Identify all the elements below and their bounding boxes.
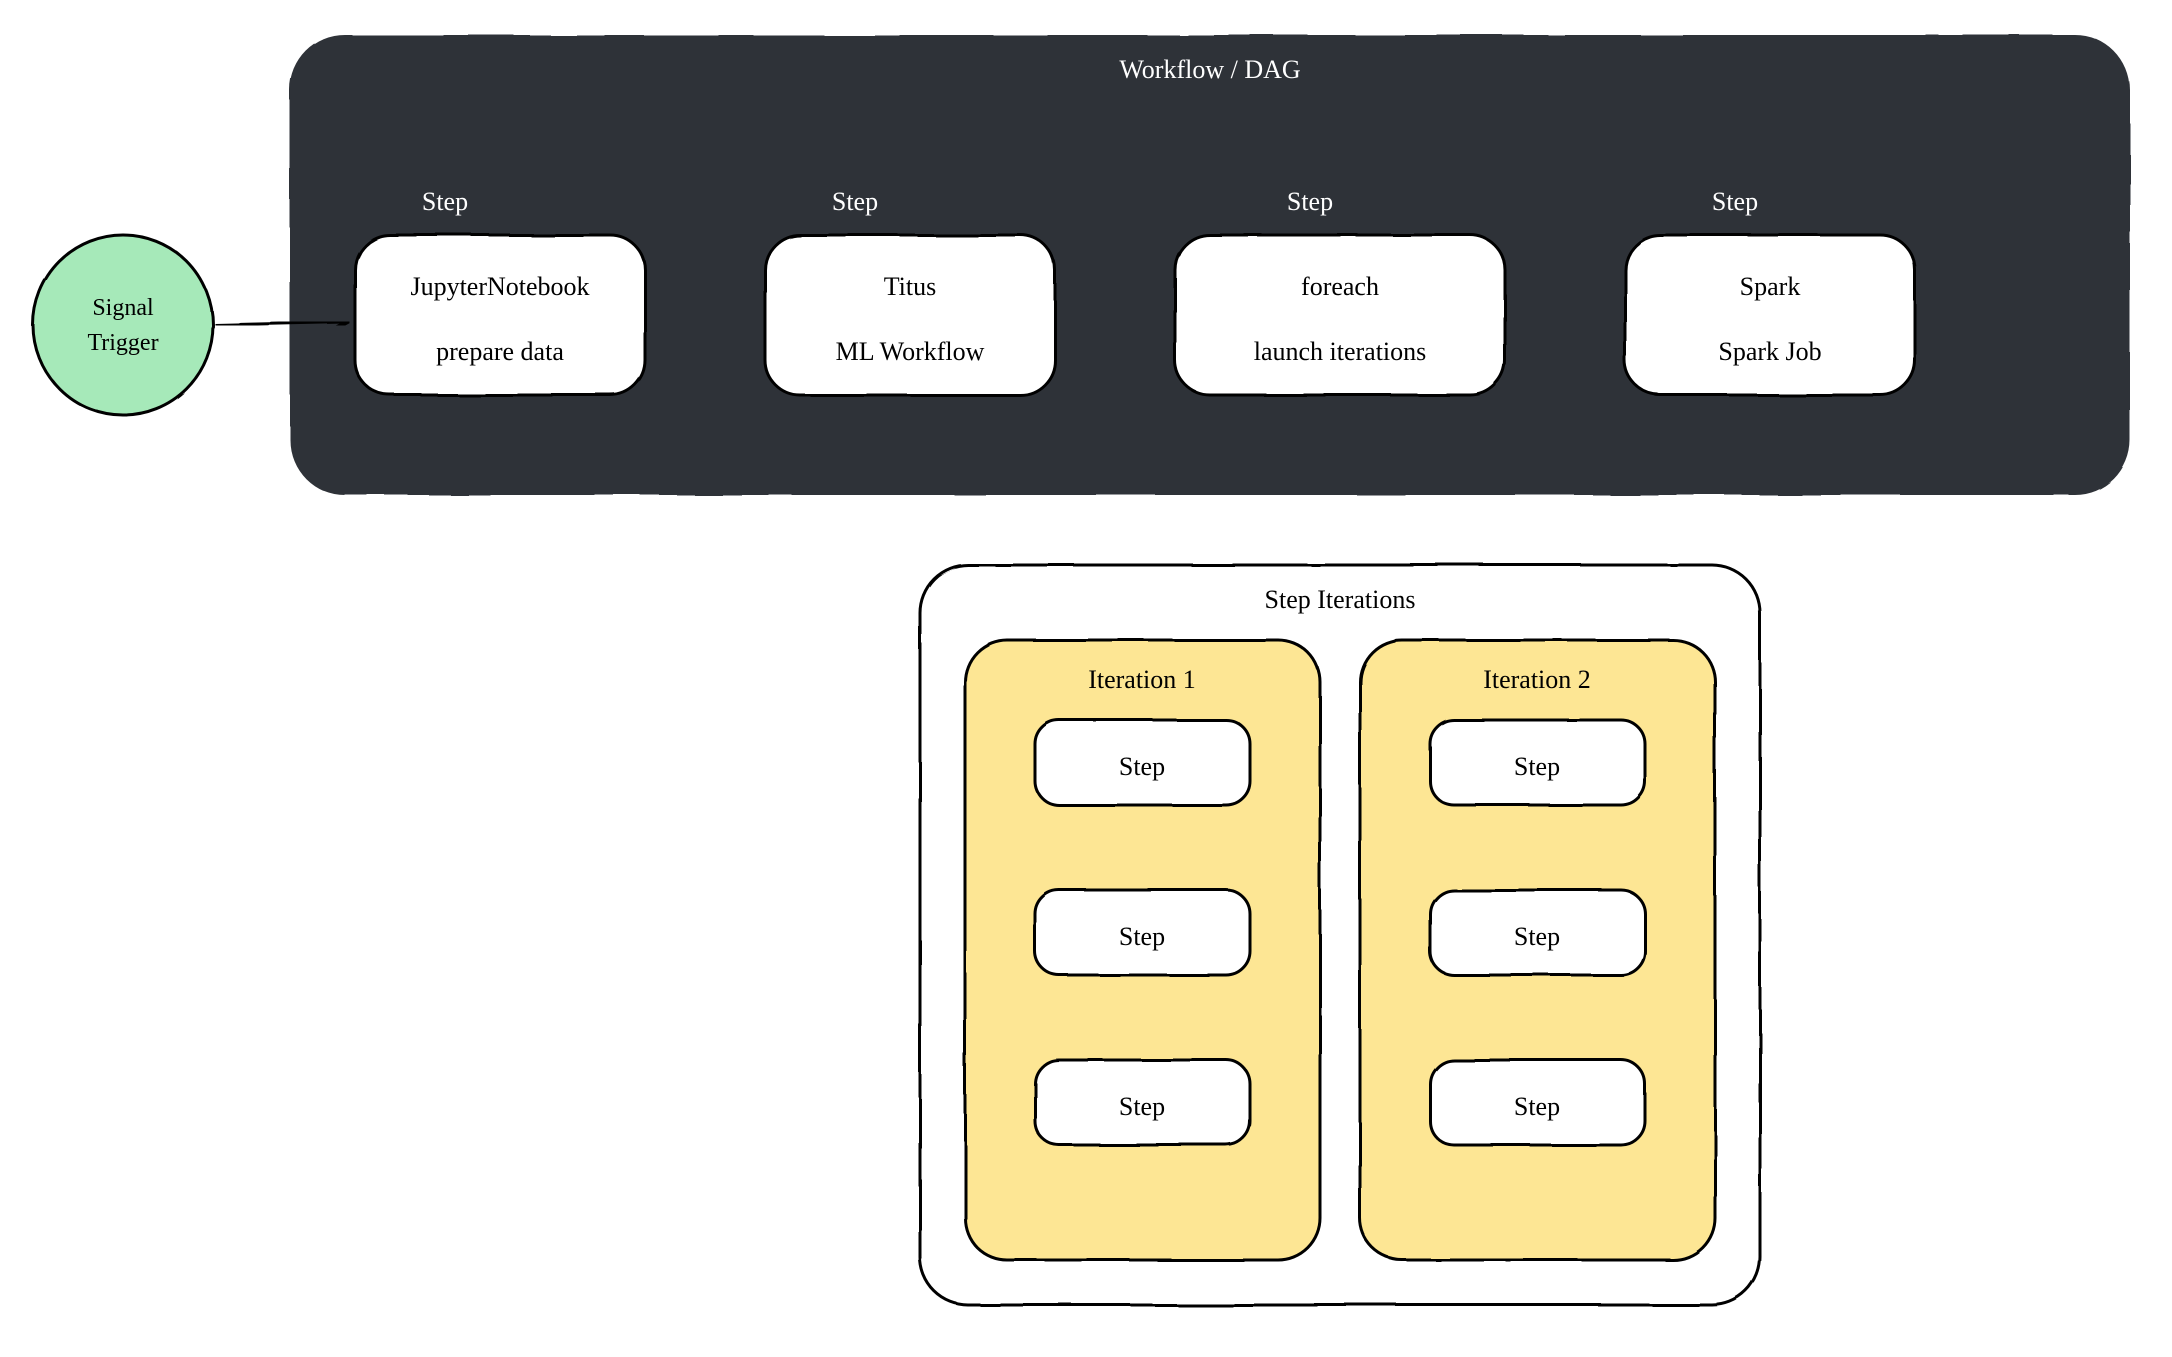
step-4-line2: Spark Job <box>1718 337 1821 366</box>
iterations-title: Step Iterations <box>1265 585 1416 614</box>
step-4-line1: Spark <box>1740 272 1801 301</box>
iteration-2: Iteration 2 Step Step Step <box>1360 640 1715 1260</box>
workflow-title: Workflow / DAG <box>1119 55 1300 84</box>
step-2-line2: ML Workflow <box>836 337 985 366</box>
iter2-step1: Step <box>1514 752 1560 781</box>
iteration-1-title: Iteration 1 <box>1088 665 1196 694</box>
step-3-line2: launch iterations <box>1254 337 1427 366</box>
iter1-step2: Step <box>1119 922 1165 951</box>
step-1-line2: prepare data <box>436 337 564 366</box>
iteration-2-title: Iteration 2 <box>1483 665 1591 694</box>
step-2-label: Step <box>832 187 878 216</box>
step-4-label: Step <box>1712 187 1758 216</box>
step-3-label: Step <box>1287 187 1333 216</box>
step-1-line1: JupyterNotebook <box>410 272 589 301</box>
step-2-line1: Titus <box>884 272 937 301</box>
iter1-step3: Step <box>1119 1092 1165 1121</box>
iteration-1: Iteration 1 Step Step Step <box>965 640 1320 1260</box>
iter2-step2: Step <box>1514 922 1560 951</box>
step-1-label: Step <box>422 187 468 216</box>
iter1-step1: Step <box>1119 752 1165 781</box>
step-3-line1: foreach <box>1301 272 1379 301</box>
trigger-line1: Signal <box>92 295 154 321</box>
trigger-line2: Trigger <box>87 330 158 356</box>
iter2-step3: Step <box>1514 1092 1560 1121</box>
signal-trigger: Signal Trigger <box>33 235 213 415</box>
